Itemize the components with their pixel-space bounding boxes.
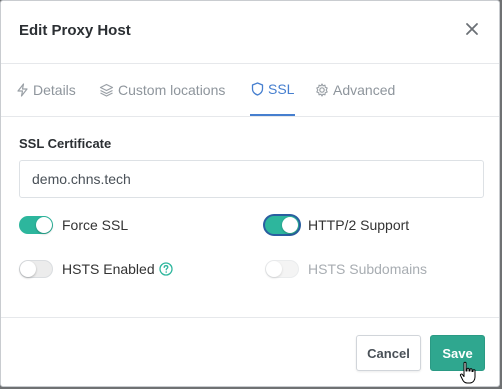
- dialog-footer: Cancel Save: [1, 317, 499, 386]
- force-ssl-label: Force SSL: [62, 217, 129, 233]
- tab-advanced-label: Advanced: [333, 81, 396, 98]
- layers-icon: [99, 83, 114, 97]
- gear-icon: [316, 82, 328, 97]
- lightning-bolt-icon: [17, 82, 28, 97]
- force-ssl-toggle[interactable]: [19, 216, 53, 234]
- tab-custom-locations[interactable]: Custom locations: [99, 64, 225, 115]
- tab-details-label: Details: [33, 81, 76, 98]
- question-circle-icon[interactable]: [158, 262, 173, 276]
- tab-details[interactable]: Details: [16, 64, 76, 115]
- ssl-certificate-field[interactable]: [19, 160, 484, 198]
- http2-support-toggle[interactable]: [265, 216, 299, 234]
- tab-ssl-label: SSL: [268, 81, 295, 97]
- dialog-header: Edit Proxy Host: [1, 1, 499, 64]
- close-icon[interactable]: [464, 21, 480, 37]
- tab-custom-locations-label: Custom locations: [118, 81, 226, 98]
- hand-pointer-cursor-icon: [459, 361, 476, 384]
- edit-proxy-host-dialog: Edit Proxy Host Details Custom locations: [0, 0, 500, 387]
- hsts-subdomains-toggle: [265, 260, 299, 278]
- hsts-enabled-toggle[interactable]: [19, 260, 53, 278]
- ssl-certificate-label: SSL Certificate: [19, 136, 112, 151]
- dialog-title: Edit Proxy Host: [19, 22, 131, 39]
- http2-support-option[interactable]: HTTP/2 Support: [265, 216, 409, 234]
- tab-bar: Details Custom locations SSL Advanced: [1, 64, 499, 117]
- hsts-enabled-option[interactable]: HSTS Enabled: [19, 260, 173, 278]
- shield-icon: [251, 82, 264, 96]
- http2-support-label: HTTP/2 Support: [308, 217, 410, 233]
- hsts-subdomains-label: HSTS Subdomains: [308, 261, 428, 277]
- hsts-enabled-label: HSTS Enabled: [62, 261, 155, 277]
- cancel-button[interactable]: Cancel: [356, 335, 421, 371]
- tab-advanced[interactable]: Advanced: [315, 64, 395, 115]
- force-ssl-option[interactable]: Force SSL: [19, 216, 128, 234]
- hsts-subdomains-option: HSTS Subdomains: [265, 260, 427, 278]
- tab-ssl[interactable]: SSL: [250, 64, 296, 116]
